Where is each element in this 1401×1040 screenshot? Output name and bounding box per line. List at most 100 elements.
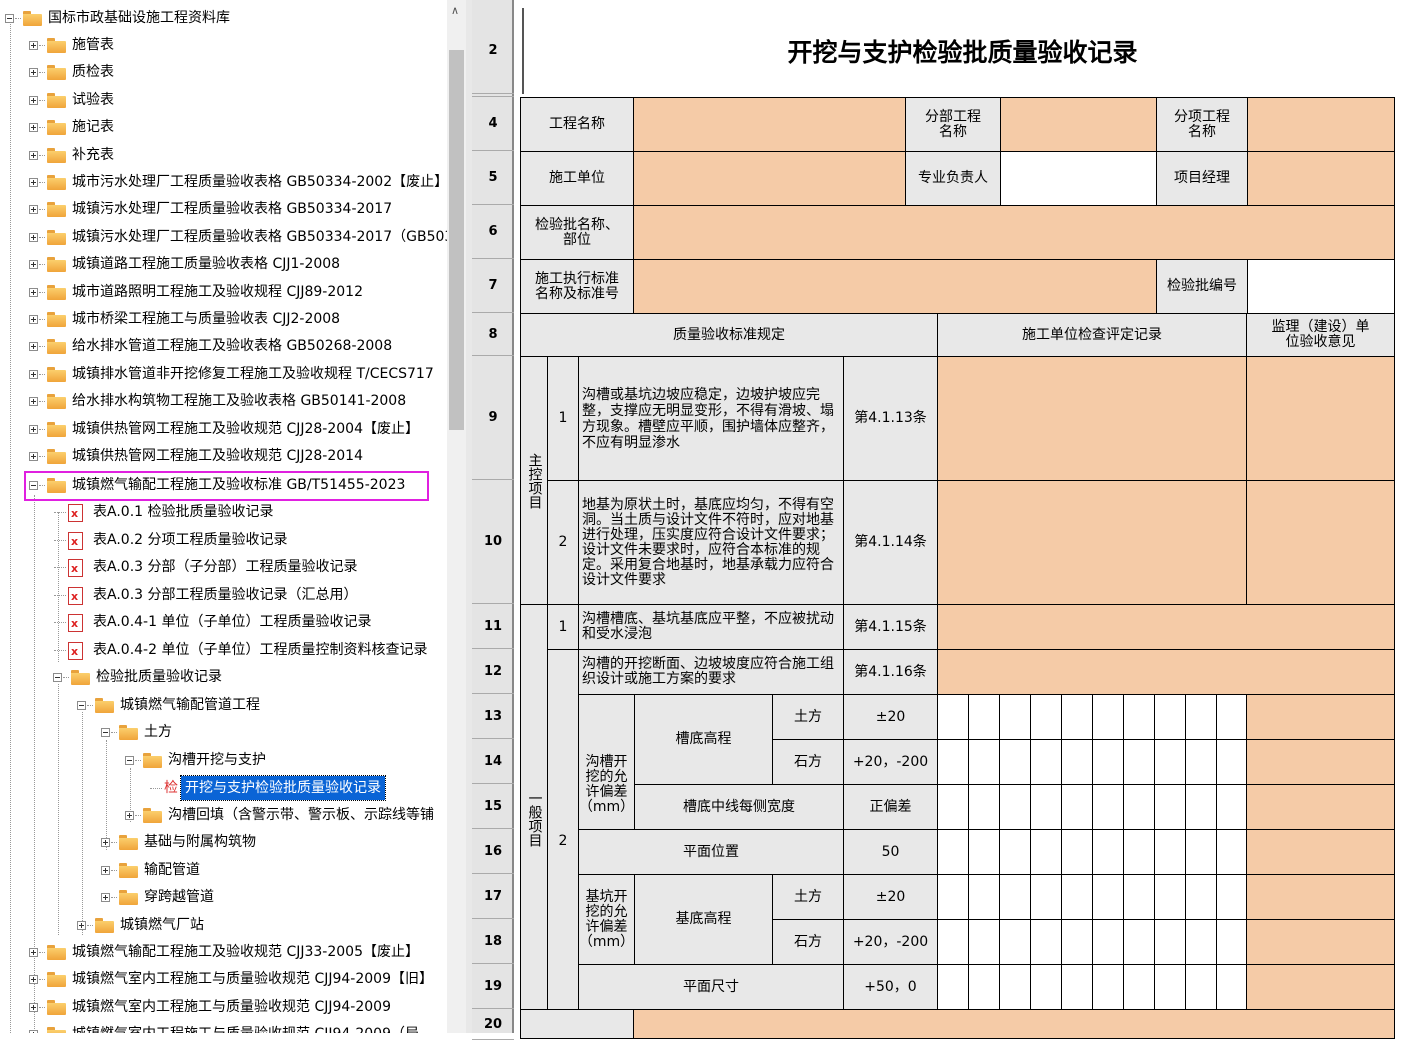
field-contractor[interactable]: [633, 151, 906, 206]
expand-icon[interactable]: [29, 1002, 38, 1012]
tree-root[interactable]: 国标市政基础设施工程资料库: [0, 5, 447, 32]
measurement-cell[interactable]: [1092, 739, 1124, 785]
expand-icon[interactable]: [101, 893, 110, 902]
general-item-1-check[interactable]: [937, 604, 1395, 650]
measurement-cell[interactable]: [1061, 784, 1093, 830]
measurement-cell[interactable]: [1061, 829, 1093, 875]
tree-node-table[interactable]: 表A.0.4-2 单位（子单位）工程质量控制资料核查记录: [0, 637, 447, 664]
row-header[interactable]: 14: [472, 739, 514, 784]
measurement-cell[interactable]: [1154, 919, 1186, 965]
measurement-cell[interactable]: [999, 739, 1031, 785]
collapse-icon[interactable]: [5, 14, 14, 23]
row-header[interactable]: 5: [472, 151, 514, 205]
tree-node-earthwork[interactable]: 土方: [0, 719, 447, 746]
field-tech-lead[interactable]: [1000, 151, 1157, 206]
measurement-cell[interactable]: [1092, 874, 1124, 920]
field-pm[interactable]: [1247, 151, 1395, 206]
tree-node-standard[interactable]: 城镇供热管网工程施工及验收规范 CJJ28-2014: [0, 443, 447, 470]
expand-icon[interactable]: [101, 838, 110, 847]
measurement-cell[interactable]: [999, 694, 1031, 740]
measurement-cell[interactable]: [937, 964, 969, 1010]
tree-node-table[interactable]: 表A.0.3 分部工程质量验收记录（汇总用）: [0, 582, 447, 609]
measurement-cell[interactable]: [1030, 829, 1062, 875]
supervisor-cell[interactable]: [1246, 919, 1395, 965]
measurement-cell[interactable]: [937, 739, 969, 785]
expand-icon[interactable]: [29, 948, 38, 957]
supervisor-cell[interactable]: [1246, 874, 1395, 920]
row-header[interactable]: 16: [472, 829, 514, 874]
tree-node-pipes[interactable]: 输配管道: [0, 857, 447, 884]
measurement-cell[interactable]: [937, 694, 969, 740]
measurement-cell[interactable]: [1216, 829, 1248, 875]
row-header[interactable]: 18: [472, 919, 514, 964]
tree-node-standard[interactable]: 城镇污水处理厂工程质量验收表格 GB50334-2017: [0, 196, 447, 223]
collapse-icon[interactable]: [101, 728, 110, 737]
tree-node-category[interactable]: 施记表: [0, 114, 447, 141]
tree-node-standard[interactable]: 城镇道路工程施工质量验收表格 CJJ1-2008: [0, 251, 447, 278]
measurement-cell[interactable]: [1092, 919, 1124, 965]
row-header[interactable]: 19: [472, 964, 514, 1009]
tree-node-standard[interactable]: 给水排水构筑物工程施工及验收表格 GB50141-2008: [0, 388, 447, 415]
measurement-cell[interactable]: [968, 964, 1000, 1010]
expand-icon[interactable]: [101, 866, 110, 875]
measurement-cell[interactable]: [1154, 829, 1186, 875]
measurement-cell[interactable]: [999, 919, 1031, 965]
measurement-cell[interactable]: [1216, 919, 1248, 965]
measurement-cell[interactable]: [1154, 739, 1186, 785]
expand-icon[interactable]: [29, 397, 38, 407]
expand-icon[interactable]: [29, 260, 38, 270]
main-item-1-check[interactable]: [937, 356, 1247, 481]
tree-node-category[interactable]: 施管表: [0, 32, 447, 59]
measurement-cell[interactable]: [1185, 874, 1217, 920]
measurement-cell[interactable]: [1030, 874, 1062, 920]
row-header[interactable]: 7: [472, 259, 514, 313]
row-header[interactable]: 17: [472, 874, 514, 919]
expand-icon[interactable]: [29, 232, 38, 242]
tree-node-batch[interactable]: 检验批质量验收记录: [0, 664, 447, 691]
measurement-cell[interactable]: [1154, 694, 1186, 740]
tree-node-table[interactable]: 表A.0.3 分部（子分部）工程质量验收记录: [0, 554, 447, 581]
tree-node-standard[interactable]: 城镇燃气输配工程施工及验收规范 CJJ33-2005【废止】: [0, 939, 447, 966]
supervisor-cell[interactable]: [1246, 784, 1395, 830]
expand-icon[interactable]: [29, 424, 38, 434]
measurement-cell[interactable]: [1061, 919, 1093, 965]
expand-icon[interactable]: [29, 95, 38, 105]
field-sub-project[interactable]: [1000, 97, 1157, 152]
tree-node-selected-leaf[interactable]: 检开挖与支护检验批质量验收记录: [0, 775, 447, 802]
row-header[interactable]: 13: [472, 694, 514, 739]
collapse-icon[interactable]: [77, 701, 86, 710]
expand-icon[interactable]: [29, 41, 38, 50]
measurement-cell[interactable]: [1092, 784, 1124, 830]
measurement-cell[interactable]: [968, 829, 1000, 875]
measurement-cell[interactable]: [1030, 739, 1062, 785]
scroll-up-icon[interactable]: ∧: [451, 4, 459, 17]
tree-node-standard[interactable]: 城镇污水处理厂工程质量验收表格 GB50334-2017（GB503: [0, 224, 447, 251]
measurement-cell[interactable]: [1185, 829, 1217, 875]
tree-node-standard[interactable]: 城镇燃气室内工程施工与质量验收规范 CJJ94-2009【旧】: [0, 966, 447, 993]
measurement-cell[interactable]: [1154, 784, 1186, 830]
tree-node-category[interactable]: 补充表: [0, 142, 447, 169]
measurement-cell[interactable]: [1092, 964, 1124, 1010]
supervisor-cell[interactable]: [1246, 739, 1395, 785]
measurement-cell[interactable]: [1123, 829, 1155, 875]
expand-icon[interactable]: [29, 342, 38, 352]
main-item-2-check[interactable]: [937, 480, 1247, 605]
measurement-cell[interactable]: [999, 784, 1031, 830]
measurement-cell[interactable]: [968, 874, 1000, 920]
row-header[interactable]: 20: [472, 1009, 514, 1040]
field-exec-standard[interactable]: [633, 259, 1157, 314]
tree-node-category[interactable]: 试验表: [0, 87, 447, 114]
row-20-field[interactable]: [633, 1009, 1395, 1039]
measurement-cell[interactable]: [1123, 784, 1155, 830]
measurement-cell[interactable]: [1030, 919, 1062, 965]
measurement-cell[interactable]: [968, 919, 1000, 965]
row-header[interactable]: 2: [472, 8, 514, 94]
supervisor-cell[interactable]: [1246, 964, 1395, 1010]
row-header[interactable]: 9: [472, 356, 514, 480]
measurement-cell[interactable]: [1092, 829, 1124, 875]
tree-node-trench[interactable]: 沟槽开挖与支护: [0, 747, 447, 774]
measurement-cell[interactable]: [1061, 739, 1093, 785]
tree-node-table[interactable]: 表A.0.2 分项工程质量验收记录: [0, 527, 447, 554]
supervisor-cell[interactable]: [1246, 829, 1395, 875]
expand-icon[interactable]: [29, 315, 38, 324]
